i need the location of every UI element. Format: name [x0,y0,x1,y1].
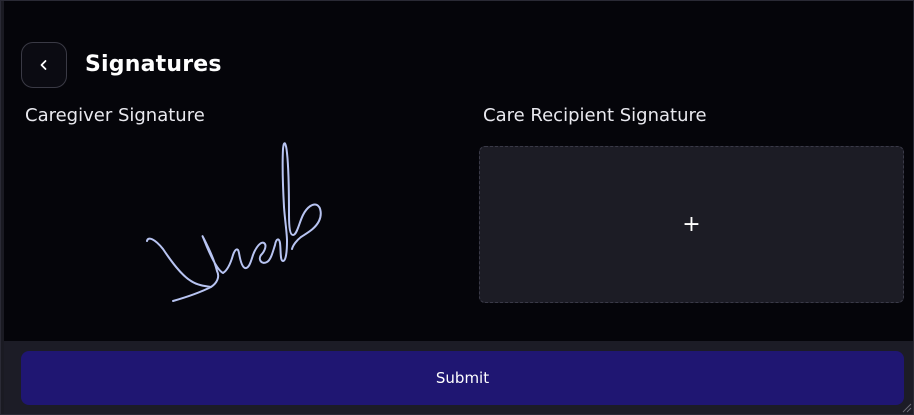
caregiver-signature-image[interactable] [21,141,461,311]
resize-grip-icon[interactable] [900,401,912,413]
care-recipient-signature-box[interactable]: + [479,146,904,303]
page-title: Signatures [85,52,222,77]
back-button[interactable] [21,42,67,88]
caregiver-signature-label: Caregiver Signature [25,105,205,126]
submit-button[interactable]: Submit [21,351,904,405]
chevron-left-icon [40,60,47,70]
signatures-screen: Signatures Caregiver Signature Care Reci… [0,0,914,415]
care-recipient-signature-label: Care Recipient Signature [483,105,707,126]
plus-icon: + [682,211,701,237]
